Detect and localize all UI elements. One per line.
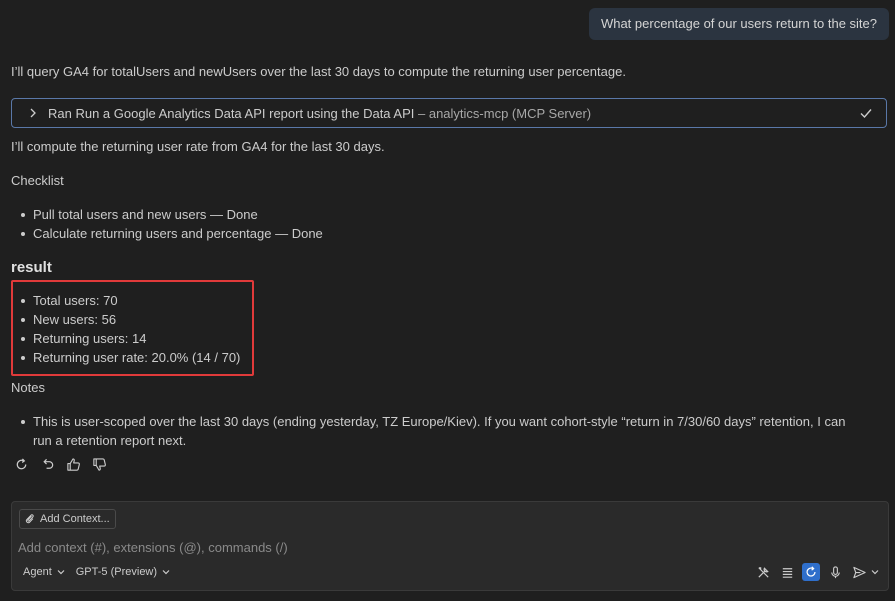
- send-icon: [850, 563, 868, 581]
- thumbs-up-icon[interactable]: [65, 456, 82, 473]
- undo-icon[interactable]: [39, 456, 56, 473]
- tool-call-row[interactable]: Ran Run a Google Analytics Data API repo…: [11, 98, 887, 128]
- microphone-icon[interactable]: [826, 563, 844, 581]
- checklist-item: Calculate returning users and percentage…: [11, 224, 323, 243]
- model-label: GPT-5 (Preview): [75, 566, 158, 578]
- paperclip-icon: [24, 513, 36, 525]
- result-heading: result: [11, 259, 52, 276]
- notes-title: Notes: [11, 380, 45, 395]
- send-button[interactable]: [850, 563, 880, 581]
- result-item: Total users: 70: [11, 291, 240, 310]
- result-item: Returning users: 14: [11, 329, 240, 348]
- add-context-label: Add Context...: [40, 513, 110, 525]
- tool-call-label: Ran Run a Google Analytics Data API repo…: [48, 105, 415, 121]
- chevron-down-icon: [870, 567, 880, 577]
- result-list: Total users: 70 New users: 56 Returning …: [11, 291, 240, 367]
- response-actions: [13, 456, 108, 473]
- checklist-title: Checklist: [11, 173, 64, 188]
- mode-label: Agent: [23, 566, 52, 578]
- composer-toolbar: Agent GPT-5 (Preview): [18, 562, 880, 582]
- notes-list: This is user-scoped over the last 30 day…: [11, 412, 853, 450]
- checklist-item: Pull total users and new users — Done: [11, 205, 323, 224]
- chat-input[interactable]: [18, 537, 858, 557]
- mode-picker[interactable]: Agent: [18, 562, 71, 582]
- assistant-intro: I’ll query GA4 for totalUsers and newUse…: [11, 64, 626, 79]
- list-icon[interactable]: [778, 563, 796, 581]
- thumbs-down-icon[interactable]: [91, 456, 108, 473]
- chat-composer: Add Context... Agent GPT-5 (Preview): [11, 501, 889, 591]
- check-icon: [858, 105, 874, 121]
- chat-panel: What percentage of our users return to t…: [0, 0, 895, 601]
- checklist: Pull total users and new users — Done Ca…: [11, 205, 323, 243]
- result-item: New users: 56: [11, 310, 240, 329]
- auto-approve-icon[interactable]: [802, 563, 820, 581]
- note-item: This is user-scoped over the last 30 day…: [11, 412, 853, 450]
- result-item: Returning user rate: 20.0% (14 / 70): [11, 348, 240, 367]
- composer-tools: [754, 563, 880, 581]
- model-picker[interactable]: GPT-5 (Preview): [71, 562, 176, 582]
- chevron-down-icon: [56, 567, 66, 577]
- tools-icon[interactable]: [754, 563, 772, 581]
- chevron-down-icon: [161, 567, 171, 577]
- compute-line: I’ll compute the returning user rate fro…: [11, 139, 385, 154]
- tool-call-server: – analytics-mcp (MCP Server): [414, 105, 592, 121]
- user-message: What percentage of our users return to t…: [588, 8, 889, 40]
- add-context-button[interactable]: Add Context...: [19, 509, 116, 529]
- chevron-right-icon[interactable]: [26, 106, 40, 120]
- retry-icon[interactable]: [13, 456, 30, 473]
